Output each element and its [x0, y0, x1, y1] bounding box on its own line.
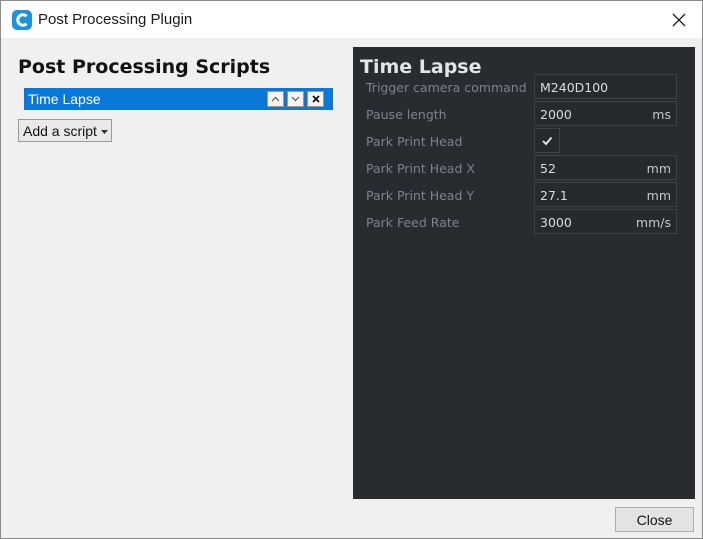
- close-icon: [672, 13, 686, 26]
- field-value: 27.1: [540, 188, 568, 203]
- title-bar: Post Processing Plugin: [1, 1, 702, 38]
- move-down-button[interactable]: [287, 91, 304, 107]
- field-label-park-print-head: Park Print Head: [366, 134, 463, 149]
- cura-logo-icon: [12, 10, 32, 30]
- field-value: 3000: [540, 215, 572, 230]
- field-unit: ms: [652, 107, 671, 122]
- scripts-heading: Post Processing Scripts: [18, 56, 271, 78]
- script-settings-panel: Time Lapse Trigger camera command M240D1…: [353, 47, 695, 499]
- field-label-trigger-command: Trigger camera command: [366, 80, 527, 95]
- window-close-button[interactable]: [656, 1, 702, 38]
- dialog-window: Post Processing Plugin Post Processing S…: [0, 0, 703, 539]
- close-icon: [311, 95, 320, 103]
- panel-title: Time Lapse: [360, 56, 482, 78]
- field-label-park-x: Park Print Head X: [366, 161, 475, 176]
- field-unit: mm: [646, 161, 671, 176]
- remove-script-button[interactable]: [307, 91, 324, 107]
- trigger-command-input[interactable]: M240D100: [534, 74, 677, 99]
- pause-length-input[interactable]: 2000 ms: [534, 101, 677, 126]
- field-value: 2000: [540, 107, 572, 122]
- chevron-up-icon: [271, 96, 280, 102]
- field-label-pause-length: Pause length: [366, 107, 447, 122]
- add-script-label: Add a script: [23, 123, 97, 139]
- field-unit: mm/s: [635, 215, 671, 230]
- script-item-label: Time Lapse: [28, 91, 101, 107]
- caret-down-icon: [101, 130, 108, 134]
- feed-rate-input[interactable]: 3000 mm/s: [534, 209, 677, 234]
- field-value: M240D100: [540, 80, 609, 95]
- move-up-button[interactable]: [267, 91, 284, 107]
- field-unit: mm: [646, 188, 671, 203]
- chevron-down-icon: [291, 96, 300, 102]
- checkmark-icon: [542, 136, 553, 146]
- park-y-input[interactable]: 27.1 mm: [534, 182, 677, 207]
- park-x-input[interactable]: 52 mm: [534, 155, 677, 180]
- park-print-head-checkbox[interactable]: [534, 128, 560, 153]
- script-list-item[interactable]: Time Lapse: [24, 88, 333, 110]
- field-label-park-y: Park Print Head Y: [366, 188, 475, 203]
- close-button[interactable]: Close: [615, 507, 694, 532]
- add-script-button[interactable]: Add a script: [18, 119, 112, 142]
- field-value: 52: [540, 161, 556, 176]
- field-label-feed-rate: Park Feed Rate: [366, 215, 460, 230]
- window-title: Post Processing Plugin: [38, 11, 193, 28]
